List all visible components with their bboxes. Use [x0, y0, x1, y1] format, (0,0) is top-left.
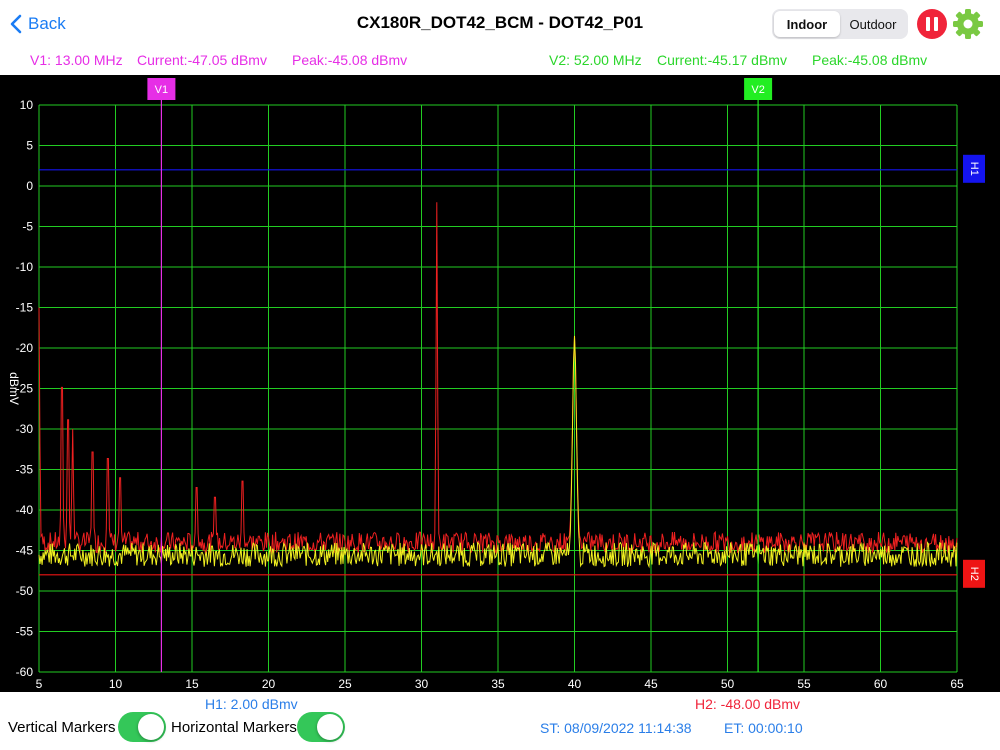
- back-button[interactable]: Back: [10, 10, 66, 38]
- indoor-outdoor-segment: Indoor Outdoor: [772, 9, 908, 39]
- y-tick-label: -50: [16, 584, 34, 598]
- x-tick-label: 35: [491, 677, 505, 691]
- y-tick-label: -55: [16, 625, 34, 639]
- h1-value: H1: 2.00 dBmv: [205, 696, 298, 712]
- pause-button[interactable]: [917, 9, 947, 39]
- x-tick-label: 40: [568, 677, 582, 691]
- y-tick-label: -60: [16, 665, 34, 679]
- x-tick-label: 20: [262, 677, 276, 691]
- horizontal-markers-toggle[interactable]: [297, 712, 345, 742]
- y-tick-label: -20: [16, 341, 34, 355]
- top-bar: Back CX180R_DOT42_BCM - DOT42_P01 Indoor…: [0, 0, 1000, 48]
- y-tick-label: -15: [16, 301, 34, 315]
- spectrum-analyzer-screen: Back CX180R_DOT42_BCM - DOT42_P01 Indoor…: [0, 0, 1000, 750]
- v2-peak: Peak:-45.08 dBmv: [812, 52, 928, 68]
- start-time: ST: 08/09/2022 11:14:38: [540, 720, 692, 736]
- x-tick-label: 10: [109, 677, 123, 691]
- y-tick-label: 0: [26, 179, 33, 193]
- page-title: CX180R_DOT42_BCM - DOT42_P01: [356, 13, 644, 32]
- x-tick-label: 65: [950, 677, 964, 691]
- horizontal-markers-label: Horizontal Markers: [171, 719, 297, 736]
- x-tick-label: 50: [721, 677, 735, 691]
- gear-icon[interactable]: [952, 8, 984, 40]
- y-tick-label: -5: [22, 220, 33, 234]
- x-tick-label: 55: [797, 677, 811, 691]
- back-label: Back: [28, 14, 66, 33]
- y-tick-label: -30: [16, 422, 34, 436]
- spectrum-chart[interactable]: 5 10 15 20 25 30 35 40 45 50 55 60 65 10 5 0 -5 -10 -15 -20…: [0, 75, 1000, 692]
- y-tick-label: -35: [16, 463, 34, 477]
- y-tick-label: -40: [16, 503, 34, 517]
- h-marker-label-h2: H2: [968, 567, 980, 581]
- x-tick-label: 15: [185, 677, 199, 691]
- x-tick-label: 60: [874, 677, 888, 691]
- h2-value: H2: -48.00 dBmv: [695, 696, 801, 712]
- v-marker-label-v2: V2: [751, 84, 764, 96]
- v1-current: Current:-47.05 dBmv: [137, 52, 267, 68]
- segment-outdoor[interactable]: Outdoor: [840, 11, 906, 37]
- x-tick-label: 5: [36, 677, 43, 691]
- vertical-markers-toggle[interactable]: [118, 712, 166, 742]
- x-tick-label: 25: [338, 677, 352, 691]
- v1-frequency: V1: 13.00 MHz: [30, 52, 123, 68]
- v1-peak: Peak:-45.08 dBmv: [292, 52, 408, 68]
- v2-frequency: V2: 52.00 MHz: [549, 52, 642, 68]
- y-tick-label: 5: [26, 139, 33, 153]
- elapsed-time: ET: 00:00:10: [724, 720, 803, 736]
- vertical-markers-label: Vertical Markers: [8, 719, 116, 736]
- y-tick-label: -10: [16, 260, 34, 274]
- chevron-left-icon: [10, 14, 22, 34]
- h-marker-label-h1: H1: [968, 162, 980, 176]
- x-tick-label: 30: [415, 677, 429, 691]
- v2-current: Current:-45.17 dBmv: [657, 52, 787, 68]
- y-axis-label: dBmV: [7, 372, 21, 405]
- x-tick-label: 45: [644, 677, 658, 691]
- v-marker-label-v1: V1: [155, 84, 168, 96]
- segment-indoor[interactable]: Indoor: [774, 11, 840, 37]
- y-tick-label: 10: [20, 98, 34, 112]
- y-tick-label: -45: [16, 544, 34, 558]
- pause-icon: [926, 17, 930, 31]
